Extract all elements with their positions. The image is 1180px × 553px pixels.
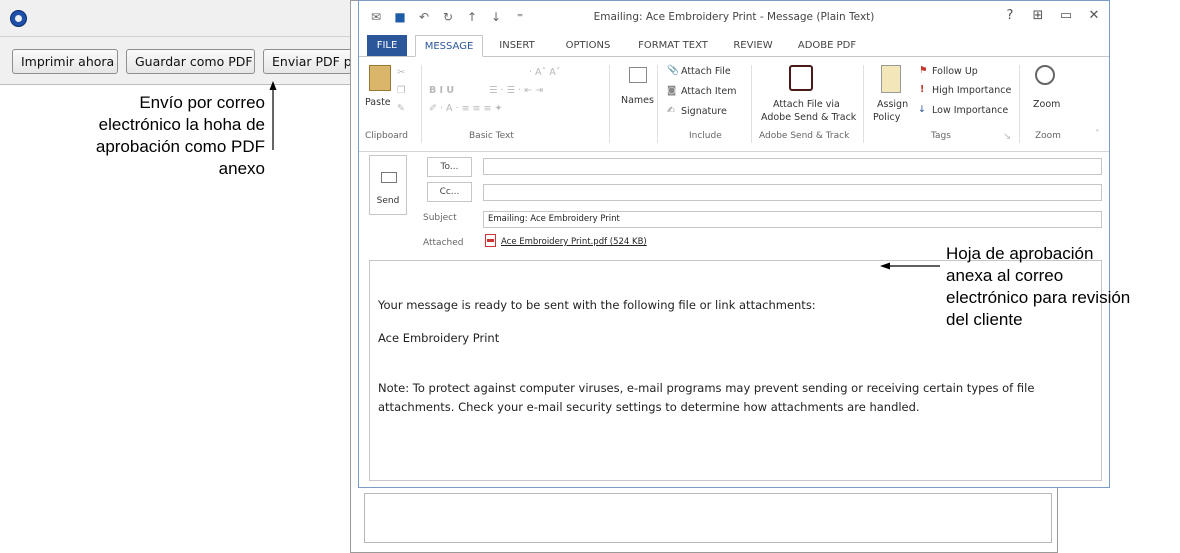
signature-button[interactable]: Signature xyxy=(681,106,727,117)
group-label-tags: Tags xyxy=(931,131,951,141)
cut-icon[interactable]: ✂ xyxy=(397,67,405,78)
assign-line1[interactable]: Assign xyxy=(877,99,908,110)
group-label-adobe: Adobe Send & Track xyxy=(759,131,850,141)
app-toolbar: Imprimir ahora Guardar como PDF Enviar P… xyxy=(0,0,363,85)
assign-line2[interactable]: Policy xyxy=(873,112,900,123)
send-button[interactable]: Send xyxy=(369,155,407,215)
paste-icon[interactable] xyxy=(369,65,391,91)
bold-icon[interactable]: B I U xyxy=(429,85,454,96)
tab-message[interactable]: MESSAGE xyxy=(415,35,483,57)
tab-options[interactable]: OPTIONS xyxy=(557,35,619,57)
high-importance-button[interactable]: High Importance xyxy=(932,85,1011,96)
attach-via-adobe-line1[interactable]: Attach File via xyxy=(773,99,840,110)
assign-policy-icon[interactable] xyxy=(881,65,901,93)
body-line: Your message is ready to be sent with th… xyxy=(378,298,816,312)
send-label: Send xyxy=(376,196,400,206)
callout-approval-sheet: Hoja de aprobación anexa al correo elect… xyxy=(946,243,1178,331)
body-line: Ace Embroidery Print xyxy=(378,331,500,345)
low-importance-icon: ↓ xyxy=(918,104,926,115)
adobe-attach-icon[interactable] xyxy=(789,65,813,91)
group-separator xyxy=(657,65,658,143)
background-text-box xyxy=(364,493,1052,543)
toolbar-divider xyxy=(0,36,358,37)
ribbon-display-icon[interactable]: ⊞ xyxy=(1031,8,1045,23)
callout-line: electrónico para revisión xyxy=(946,288,1131,307)
font-size-icons[interactable]: · Aˆ Aˇ xyxy=(529,67,561,78)
window-title: Emailing: Ace Embroidery Print - Message… xyxy=(593,11,875,23)
close-icon[interactable]: ✕ xyxy=(1087,8,1101,23)
app-logo-icon xyxy=(10,10,27,27)
copy-icon[interactable]: ❐ xyxy=(397,85,406,96)
tab-format-text[interactable]: FORMAT TEXT xyxy=(629,35,717,57)
cc-field[interactable] xyxy=(483,184,1102,201)
body-line: attachments. Check your e-mail security … xyxy=(378,400,920,414)
save-as-pdf-button[interactable]: Guardar como PDF xyxy=(126,49,255,74)
attachment-item[interactable]: Ace Embroidery Print.pdf (524 KB) xyxy=(501,237,647,247)
pdf-file-icon xyxy=(485,234,496,247)
arrow-to-send-pdf-button xyxy=(269,81,277,150)
low-importance-button[interactable]: Low Importance xyxy=(932,105,1008,116)
attach-via-adobe-line2[interactable]: Adobe Send & Track xyxy=(761,112,856,123)
group-separator xyxy=(1019,65,1020,143)
signature-icon: ✍ xyxy=(667,105,675,116)
title-bar: ✉ ■ ↶ ↻ ↑ ↓ ⁼ Emailing: Ace Embroidery P… xyxy=(359,1,1109,35)
group-separator xyxy=(421,65,422,143)
send-envelope-icon xyxy=(381,172,397,183)
group-label-basic-text: Basic Text xyxy=(469,131,514,141)
ribbon: Paste ✂ ❐ ✎ Clipboard B I U ☰ · ☰ · ⇤ ⇥ … xyxy=(359,56,1109,152)
attached-label: Attached xyxy=(423,238,464,248)
subject-label: Subject xyxy=(423,213,457,223)
flag-icon: ⚑ xyxy=(919,65,928,76)
address-book-icon[interactable] xyxy=(629,67,647,83)
group-label-zoom: Zoom xyxy=(1035,131,1061,141)
subject-field[interactable]: Emailing: Ace Embroidery Print xyxy=(483,211,1102,228)
zoom-button[interactable]: Zoom xyxy=(1033,99,1060,110)
names-button[interactable]: Names xyxy=(621,95,654,106)
restore-icon[interactable]: ▭ xyxy=(1059,8,1073,23)
attach-file-button[interactable]: Attach File xyxy=(681,66,731,77)
tab-file[interactable]: FILE xyxy=(367,35,407,57)
tab-adobe-pdf[interactable]: ADOBE PDF xyxy=(791,35,863,57)
to-button[interactable]: To... xyxy=(427,157,472,177)
help-icon[interactable]: ? xyxy=(1003,8,1017,23)
paperclip-icon: 📎 xyxy=(667,65,679,76)
high-importance-icon: ! xyxy=(920,84,925,95)
window-controls: ? ⊞ ▭ ✕ xyxy=(1003,8,1101,23)
body-line: Note: To protect against computer viruse… xyxy=(378,381,1035,395)
attach-item-button[interactable]: Attach Item xyxy=(681,86,737,97)
group-label-clipboard: Clipboard xyxy=(365,131,408,141)
group-separator xyxy=(863,65,864,143)
follow-up-button[interactable]: Follow Up xyxy=(932,66,978,77)
print-now-button[interactable]: Imprimir ahora xyxy=(12,49,118,74)
collapse-ribbon-icon[interactable]: ˄ xyxy=(1095,129,1100,140)
callout-send-pdf: Envío por correo electrónico la hoha de … xyxy=(30,92,265,180)
callout-line: Envío por correo xyxy=(139,93,265,112)
ribbon-tabs: FILE MESSAGE INSERT OPTIONS FORMAT TEXT … xyxy=(359,35,1109,57)
callout-line: electrónico la hoha de xyxy=(98,115,265,134)
list-icons[interactable]: ☰ · ☰ · ⇤ ⇥ xyxy=(489,85,543,96)
tab-review[interactable]: REVIEW xyxy=(725,35,781,57)
paste-button[interactable]: Paste xyxy=(365,97,391,108)
format-painter-icon[interactable]: ✎ xyxy=(397,103,405,114)
dialog-launcher-icon[interactable]: ↘ xyxy=(1003,131,1011,142)
to-field[interactable] xyxy=(483,158,1102,175)
attach-item-icon: ◙ xyxy=(667,85,677,96)
callout-line: Hoja de aprobación xyxy=(946,244,1094,263)
tab-insert[interactable]: INSERT xyxy=(487,35,547,57)
callout-line: anexo xyxy=(218,159,265,178)
highlight-icons[interactable]: ✐ · A · ≡ ≡ ≡ ✦ xyxy=(429,103,502,114)
group-label-include: Include xyxy=(689,131,722,141)
cc-button[interactable]: Cc... xyxy=(427,182,472,202)
send-pdf-button[interactable]: Enviar PDF por xyxy=(263,49,363,74)
zoom-icon[interactable] xyxy=(1035,65,1055,85)
group-separator xyxy=(751,65,752,143)
callout-line: aprobación como PDF xyxy=(95,137,265,156)
callout-line: del cliente xyxy=(946,310,1023,329)
group-separator xyxy=(609,65,610,143)
callout-line: anexa al correo xyxy=(946,266,1064,285)
